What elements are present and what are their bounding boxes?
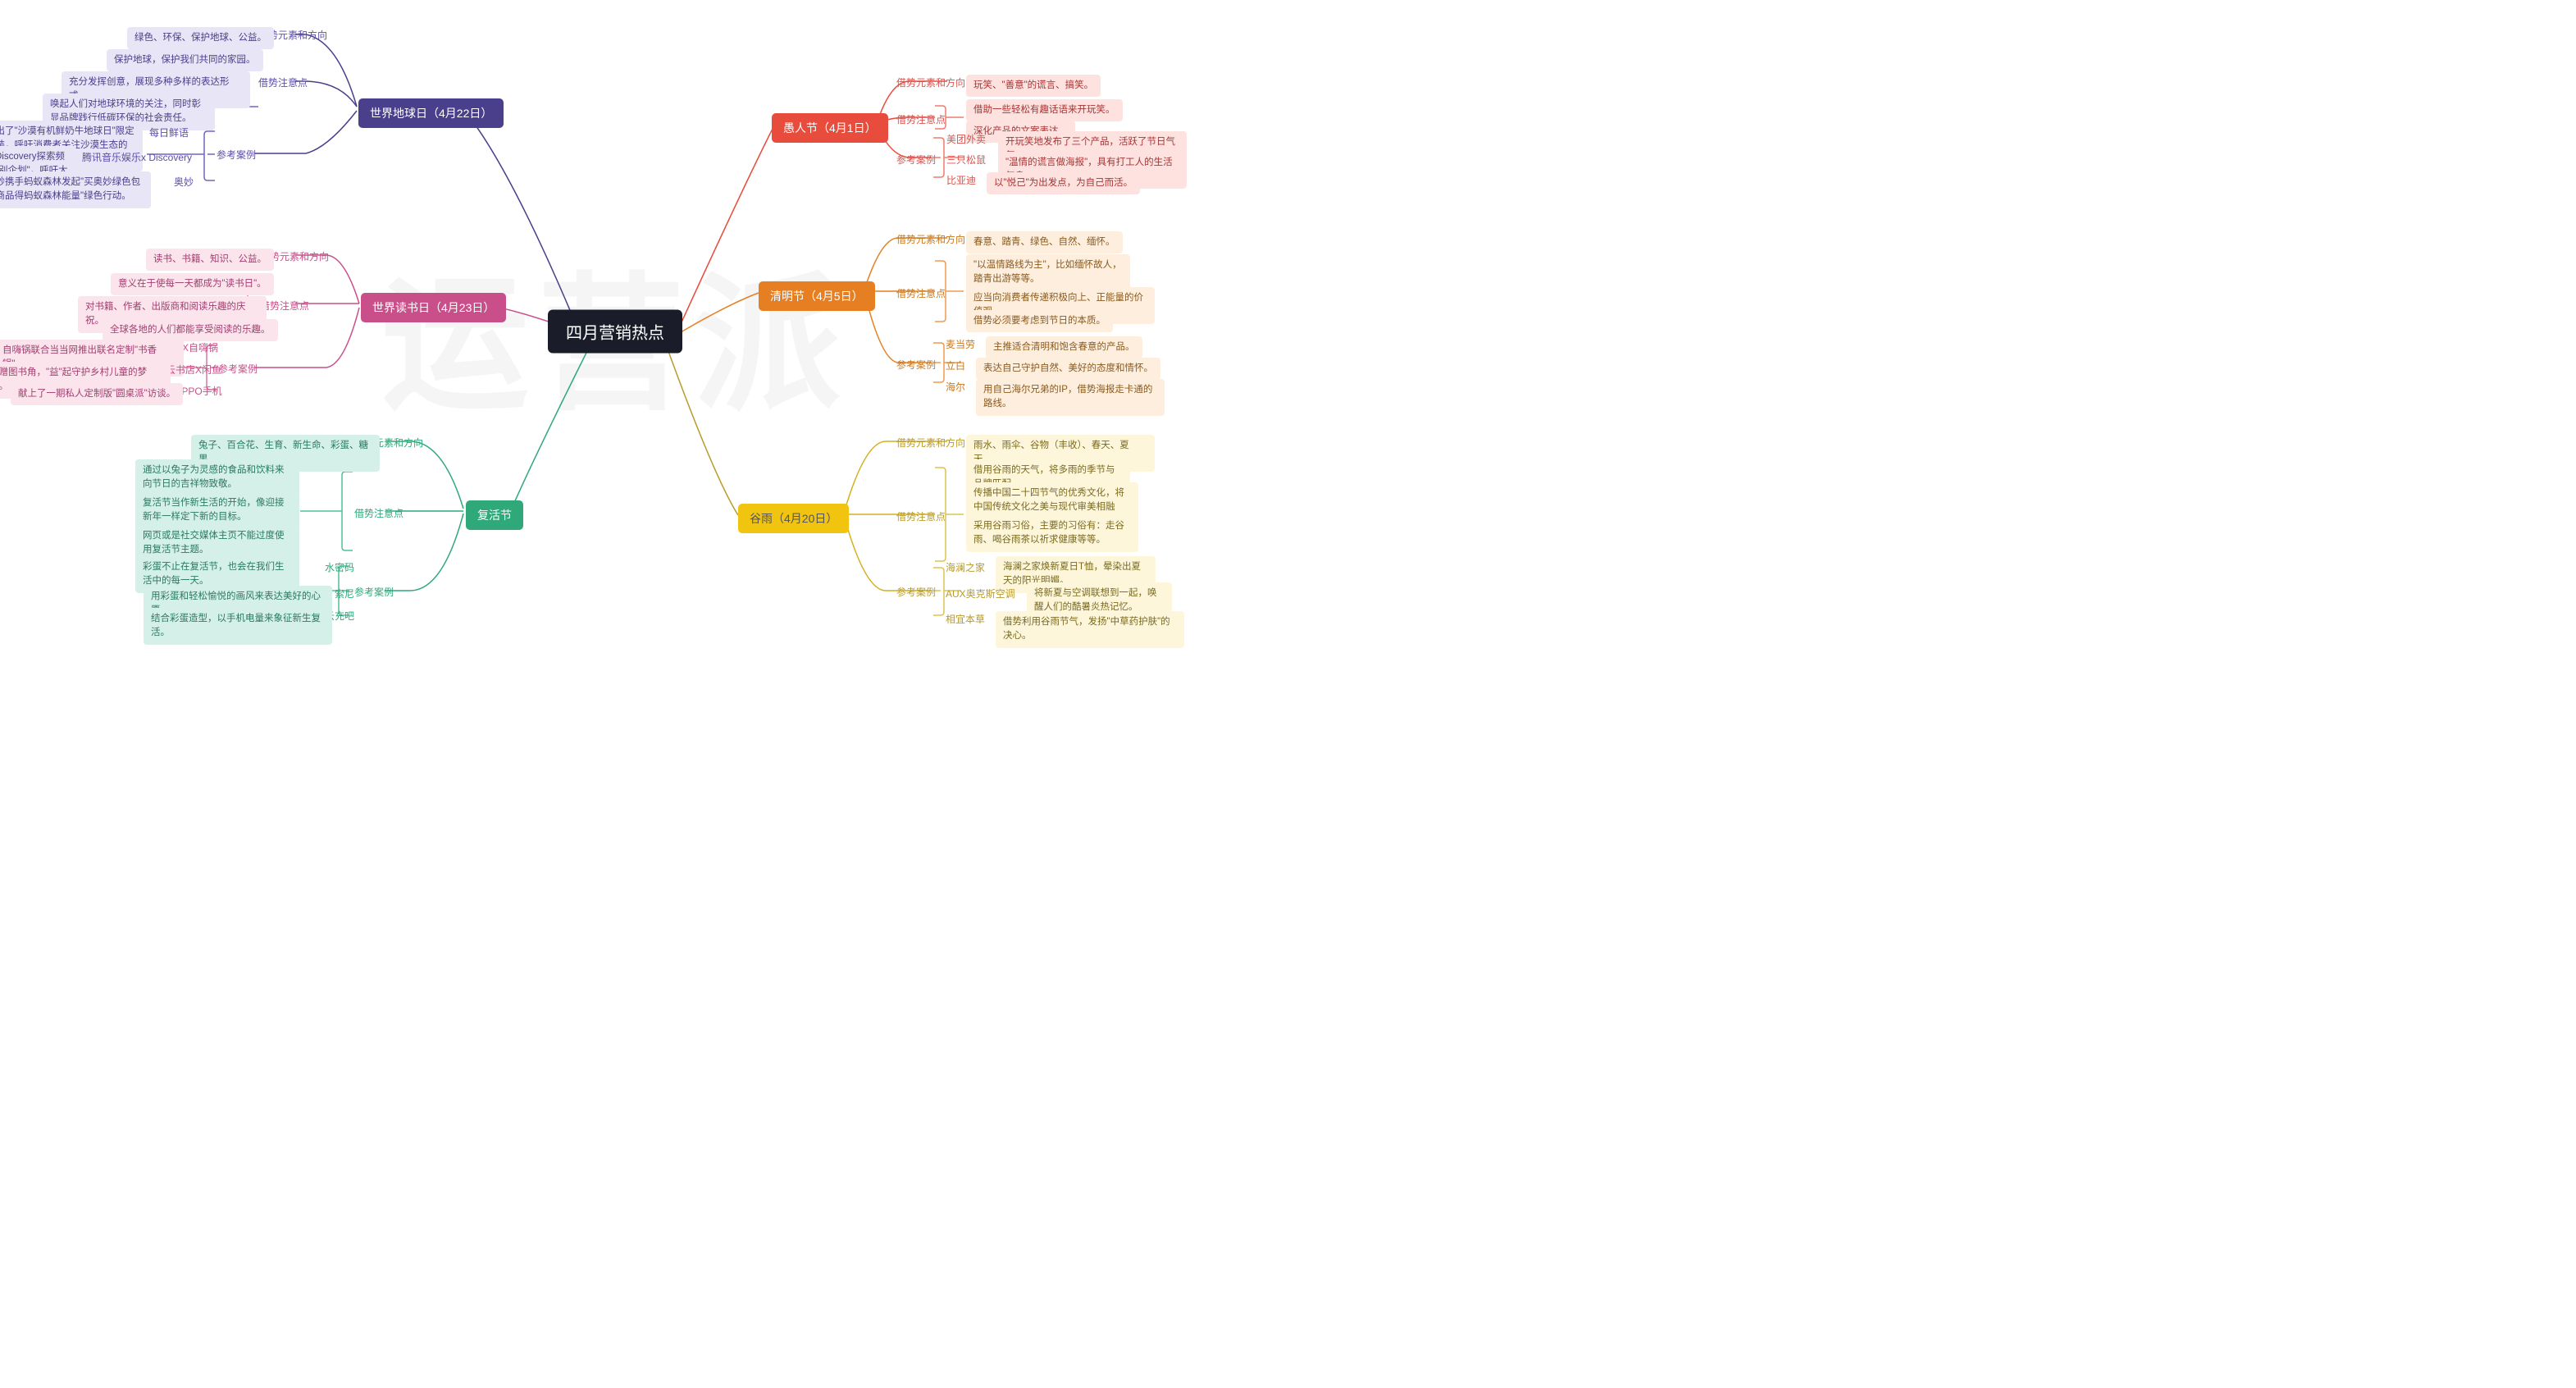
- qingming-elements: 春意、踏青、绿色、自然、缅怀。: [966, 231, 1123, 253]
- qingming-case-1-desc: 表达自己守护自然、美好的态度和情怀。: [976, 358, 1160, 380]
- guyu-tips-label: 借势注意点: [896, 509, 946, 523]
- guyu-cases-label: 参考案例: [896, 585, 936, 599]
- book-case-2-desc: 献上了一期私人定制版"圆桌派"访谈。: [11, 383, 183, 405]
- qingming-case-0-desc: 主推适合清明和饱含春意的产品。: [986, 336, 1142, 358]
- earth-tips-label: 借势注意点: [258, 75, 308, 89]
- qingming-tip-0: "以温情路线为主"，比如缅怀故人，踏青出游等等。: [966, 254, 1130, 291]
- qingming-case-1-name: 立白: [946, 358, 965, 372]
- fools-case-1-name: 三只松鼠: [946, 153, 986, 167]
- guyu-tip-2: 采用谷雨习俗，主要的习俗有：走谷雨、喝谷雨茶以祈求健康等等。: [966, 515, 1138, 552]
- qingming-tips-label: 借势注意点: [896, 286, 946, 300]
- easter-case-0-name: 水密码: [325, 560, 354, 574]
- earth-case-2-desc: 奥妙携手蚂蚁森林发起"买奥妙绿色包装商品得蚂蚁森林能量"绿色行动。: [0, 171, 151, 208]
- qingming-case-2-name: 海尔: [946, 380, 965, 394]
- book-tip-0: 意义在于使每一天都成为"读书日"。: [111, 273, 274, 295]
- fools-tip-0: 借助一些轻松有趣话语来开玩笑。: [966, 99, 1123, 121]
- branch-qingming: 清明节（4月5日）: [759, 281, 875, 311]
- earth-cases-label: 参考案例: [217, 148, 256, 162]
- book-elements: 读书、书籍、知识、公益。: [146, 249, 274, 271]
- easter-case-2-desc: 结合彩蛋造型，以手机电量来象征新生复活。: [144, 608, 332, 645]
- guyu-case-2-name: 相宜本草: [946, 612, 985, 626]
- qingming-cases-label: 参考案例: [896, 358, 936, 372]
- earth-case-1-name: 腾讯音乐娱乐x Discovery: [82, 150, 192, 164]
- qingming-case-2-desc: 用自己海尔兄弟的IP，借势海报走卡通的路线。: [976, 379, 1165, 416]
- guyu-case-1-name: AUX奥克斯空调: [946, 587, 1015, 600]
- branch-book: 世界读书日（4月23日）: [361, 293, 506, 322]
- branch-fools: 愚人节（4月1日）: [772, 113, 888, 143]
- easter-tip-0: 通过以兔子为灵感的食品和饮料来向节日的吉祥物致敬。: [135, 459, 299, 496]
- qingming-elements-label: 借势元素和方向: [896, 232, 965, 246]
- branch-earth: 世界地球日（4月22日）: [358, 98, 504, 128]
- book-cases-label: 参考案例: [218, 362, 258, 376]
- earth-tip-0: 保护地球，保护我们共同的家园。: [107, 49, 263, 71]
- earth-case-0-name: 每日鲜语: [149, 126, 189, 139]
- earth-elements: 绿色、环保、保护地球、公益。: [127, 27, 274, 49]
- easter-case-1-name: 索尼: [335, 587, 354, 600]
- branch-guyu: 谷雨（4月20日）: [738, 504, 849, 533]
- qingming-case-0-name: 麦当劳: [946, 337, 975, 351]
- earth-case-2-name: 奥妙: [174, 175, 194, 189]
- center-node: 四月营销热点: [548, 309, 682, 353]
- book-tip-2: 全球各地的人们都能享受阅读的乐趣。: [103, 319, 278, 341]
- guyu-case-0-name: 海澜之家: [946, 560, 985, 574]
- fools-case-0-name: 美团外卖: [946, 132, 986, 146]
- fools-tips-label: 借势注意点: [896, 112, 946, 126]
- fools-elements: 玩笑、"善意"的谎言、搞笑。: [966, 75, 1101, 97]
- fools-elements-label: 借势元素和方向: [896, 75, 965, 89]
- fools-case-2-desc: 以"悦己"为出发点，为自己而活。: [987, 172, 1140, 194]
- easter-tips-label: 借势注意点: [354, 506, 403, 520]
- branch-easter: 复活节: [466, 500, 523, 530]
- guyu-elements-label: 借势元素和方向: [896, 436, 965, 450]
- fools-case-2-name: 比亚迪: [946, 173, 976, 187]
- qingming-tip-2: 借势必须要考虑到节日的本质。: [966, 310, 1113, 332]
- easter-cases-label: 参考案例: [354, 585, 394, 599]
- fools-cases-label: 参考案例: [896, 153, 936, 167]
- guyu-case-2-desc: 借势利用谷雨节气，发扬"中草药护肤"的决心。: [996, 611, 1184, 648]
- book-tips-label: 借势注意点: [260, 299, 309, 313]
- easter-tip-1: 复活节当作新生活的开始，像迎接新年一样定下新的目标。: [135, 492, 299, 529]
